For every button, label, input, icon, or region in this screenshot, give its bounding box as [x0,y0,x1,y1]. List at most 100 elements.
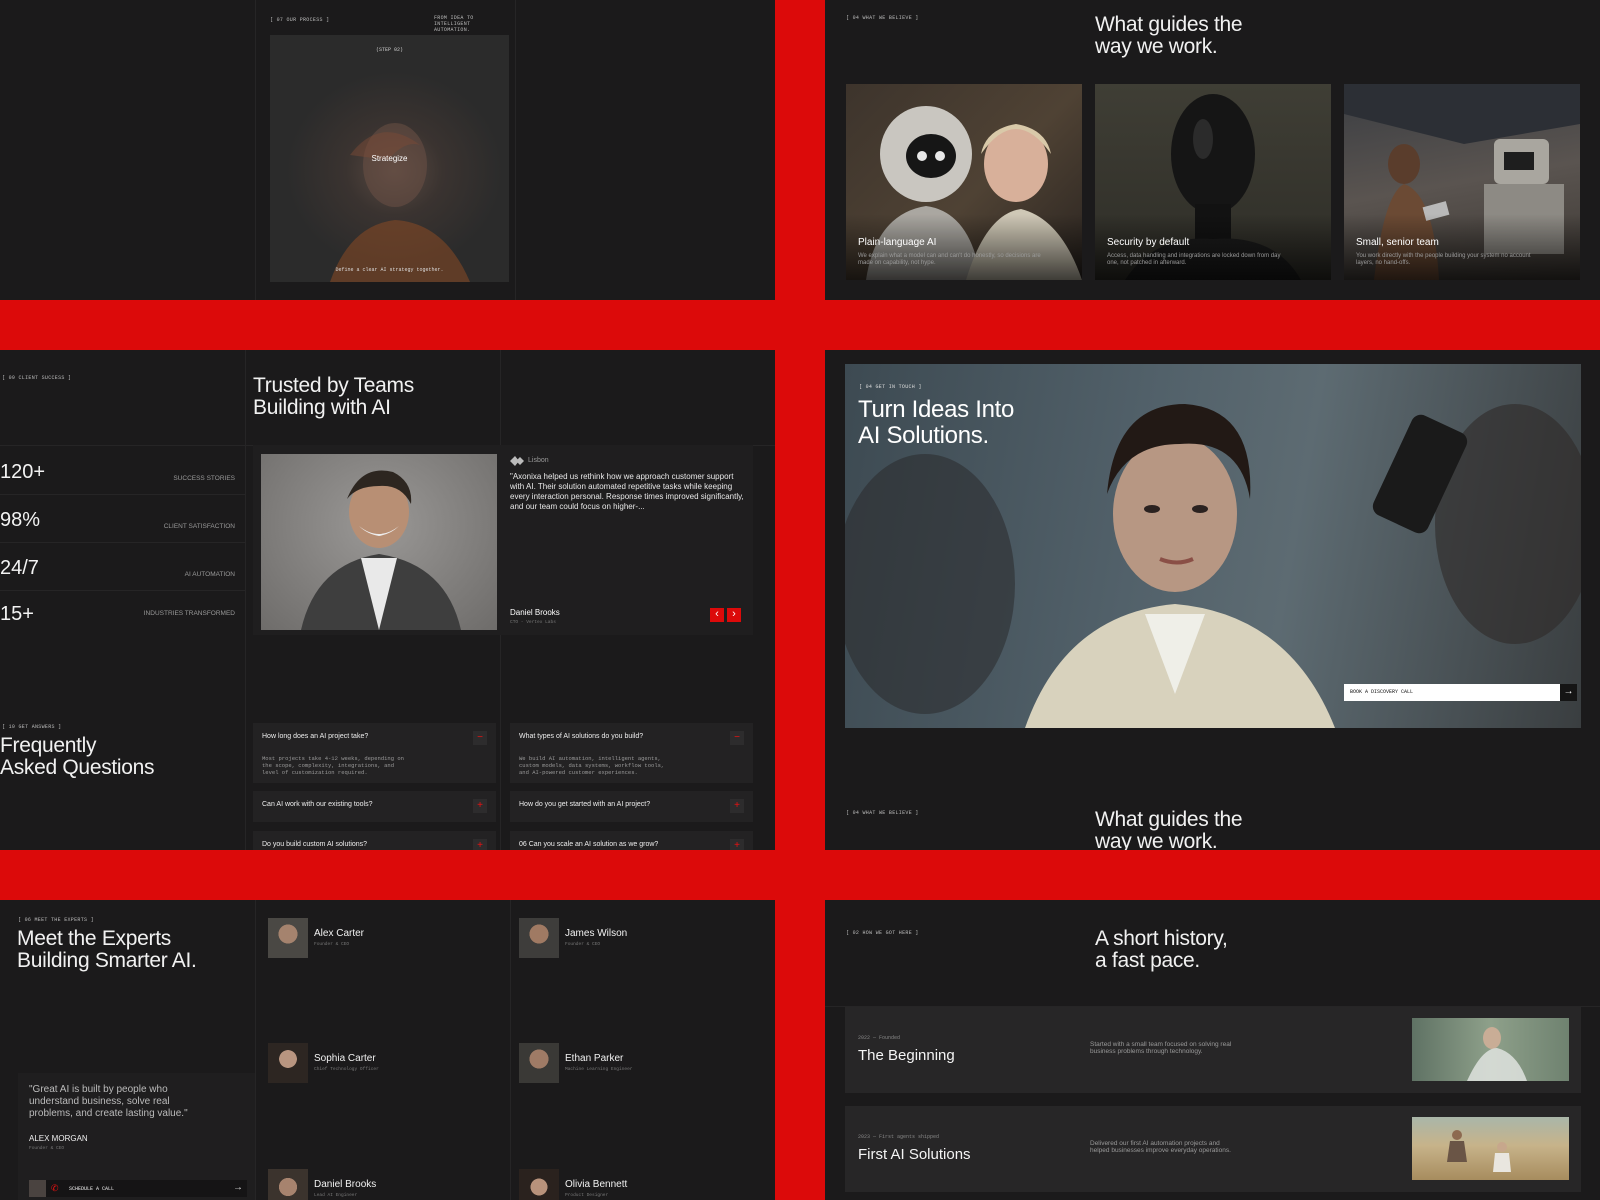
member-role: Founder & CEO [314,942,350,947]
testimonial-author: Daniel Brooks [510,608,560,617]
history-title: A short history, a fast pace. [1095,927,1228,972]
stat-value: 98% [0,509,41,531]
member-name: Olivia Bennett [565,1179,628,1190]
testimonial-quote: "Axonixa helped us rethink how we approa… [510,472,744,511]
stat-label: AI AUTOMATION [184,571,235,578]
stats-list: 120+ SUCCESS STORIES 98% CLIENT SATISFAC… [0,450,245,630]
avatar [29,1180,46,1197]
process-panel: [ 07 OUR PROCESS ] FROM IDEA TO INTELLIG… [0,0,775,300]
beliefs-bottom-tag: [ 04 WHAT WE BELIEVE ] [846,810,919,816]
faq-toggle-button[interactable]: + [473,799,487,813]
history-year: 2022 — Founded [858,1035,901,1041]
member-name: Alex Carter [314,928,365,939]
children-running-image [1447,1130,1511,1172]
belief-card-security[interactable]: Security by default Access, data handlin… [1095,84,1331,280]
faq-answer: We build AI automation, intelligent agen… [519,755,665,776]
faq-item[interactable]: Do you build custom AI solutions? + [253,831,496,850]
black-mannequin-image [1095,94,1331,280]
faq-toggle-button[interactable]: − [473,731,487,745]
member-name: Daniel Brooks [314,1179,377,1190]
stat-value: 120+ [0,461,46,483]
member-role: Product Designer [565,1193,609,1198]
belief-card-title: Security by default [1107,237,1190,248]
process-step-caption: Define a clear AI strategy together. [335,267,444,273]
client-success-title: Trusted by Teams Building with AI [253,374,414,419]
schedule-call-button[interactable]: ✆ SCHEDULE A CALL → [29,1180,247,1197]
testimonial-photo [261,454,497,630]
woman-with-robot-image [1344,84,1580,280]
member-role: Lead AI Engineer [314,1193,358,1198]
faq-tag: [ 10 GET ANSWERS ] [2,724,62,730]
process-tag: [ 07 OUR PROCESS ] [270,17,330,23]
woman-motion-image [1467,1027,1527,1081]
history-image [1412,1117,1569,1180]
beliefs-title: What guides the way we work. [1095,13,1243,58]
stat-label: CLIENT SATISFACTION [163,523,235,530]
member-name: James Wilson [565,928,628,939]
avatar [268,918,308,958]
belief-card-title: Small, senior team [1356,237,1439,248]
faq-question: Can AI work with our existing tools? [262,801,373,808]
experts-panel: [ 06 MEET THE EXPERTS ] Meet the Experts… [0,900,775,1200]
phone-icon: ✆ [51,1183,59,1193]
avatar [268,1169,308,1200]
faq-item[interactable]: 06 Can you scale an AI solution as we gr… [510,831,753,850]
robot-and-woman-image [846,106,1082,280]
faq-toggle-button[interactable]: − [730,731,744,745]
faq-question: How do you get started with an AI projec… [519,801,651,808]
belief-card-plain-language[interactable]: Plain-language AI We explain what a mode… [846,84,1082,280]
avatar [268,1043,308,1083]
member-role: Founder & CEO [565,942,601,947]
beliefs-panel-top: [ 04 WHAT WE BELIEVE ] What guides the w… [825,0,1600,300]
faq-toggle-button[interactable]: + [730,839,744,850]
member-name: Ethan Parker [565,1053,624,1064]
history-year: 2023 — First agents shipped [858,1134,940,1140]
history-desc: Started with a small team focused on sol… [1090,1041,1232,1055]
testimonial-company: Lisbon [528,457,549,464]
schedule-call-label: SCHEDULE A CALL [69,1186,115,1192]
avatar [519,1043,559,1083]
faq-item[interactable]: How do you get started with an AI projec… [510,791,753,822]
testimonial-next-button[interactable]: › [727,608,741,622]
faq-answer: Most projects take 4-12 weeks, depending… [262,755,404,776]
faq-question: How long does an AI project take? [262,733,369,740]
experts-tag: [ 06 MEET THE EXPERTS ] [18,917,94,923]
experts-quote-role: Founder & CEO [29,1146,65,1151]
belief-card-desc: You work directly with the people buildi… [1356,253,1531,266]
history-item[interactable]: 2022 — Founded The Beginning Started wit… [845,1007,1581,1093]
stat-value: 15+ [0,603,34,625]
contact-tag: [ 04 GET IN TOUCH ] [859,384,922,390]
beliefs-bottom-title: What guides the way we work. [1095,808,1243,851]
process-subtitle: FROM IDEA TO INTELLIGENT AUTOMATION. [434,15,474,33]
company-logo-icon [510,456,524,466]
faq-item[interactable]: What types of AI solutions do you build?… [510,723,753,783]
history-desc: Delivered our first AI automation projec… [1090,1140,1231,1154]
belief-card-title: Plain-language AI [858,237,937,248]
testimonial-prev-button[interactable]: ‹ [710,608,724,622]
faq-question: 06 Can you scale an AI solution as we gr… [519,841,659,848]
faq-question: What types of AI solutions do you build? [519,733,644,740]
belief-card-desc: We explain what a model can and can't do… [858,253,1041,266]
stat-label: SUCCESS STORIES [173,475,235,482]
faq-question: Do you build custom AI solutions? [262,841,368,848]
belief-card-team[interactable]: Small, senior team You work directly wit… [1344,84,1580,280]
faq-toggle-button[interactable]: + [473,839,487,850]
smiling-man-image [301,470,461,630]
history-title: First AI Solutions [858,1146,971,1163]
testimonial-card: Lisbon "Axonixa helped us rethink how we… [253,445,753,635]
client-success-tag: [ 09 CLIENT SUCCESS ] [2,375,72,381]
faq-item[interactable]: Can AI work with our existing tools? + [253,791,496,822]
discovery-call-button[interactable]: BOOK A DISCOVERY CALL → [1344,684,1577,701]
contact-panel: [ 04 GET IN TOUCH ] Turn Ideas Into AI S… [825,350,1600,850]
history-item[interactable]: 2023 — First agents shipped First AI Sol… [845,1106,1581,1192]
avatar [519,1169,559,1200]
arrow-right-icon: → [1560,684,1577,701]
experts-quote-author: ALEX MORGAN [29,1134,88,1143]
faq-item[interactable]: How long does an AI project take? Most p… [253,723,496,783]
process-step-card[interactable]: (STEP 02) Strategize Define a clear AI s… [270,35,509,282]
history-title: The Beginning [858,1047,955,1064]
contact-hero: [ 04 GET IN TOUCH ] Turn Ideas Into AI S… [845,364,1581,728]
history-panel: [ 02 HOW WE GOT HERE ] A short history, … [825,900,1600,1200]
stat-label: INDUSTRIES TRANSFORMED [143,610,235,617]
faq-toggle-button[interactable]: + [730,799,744,813]
